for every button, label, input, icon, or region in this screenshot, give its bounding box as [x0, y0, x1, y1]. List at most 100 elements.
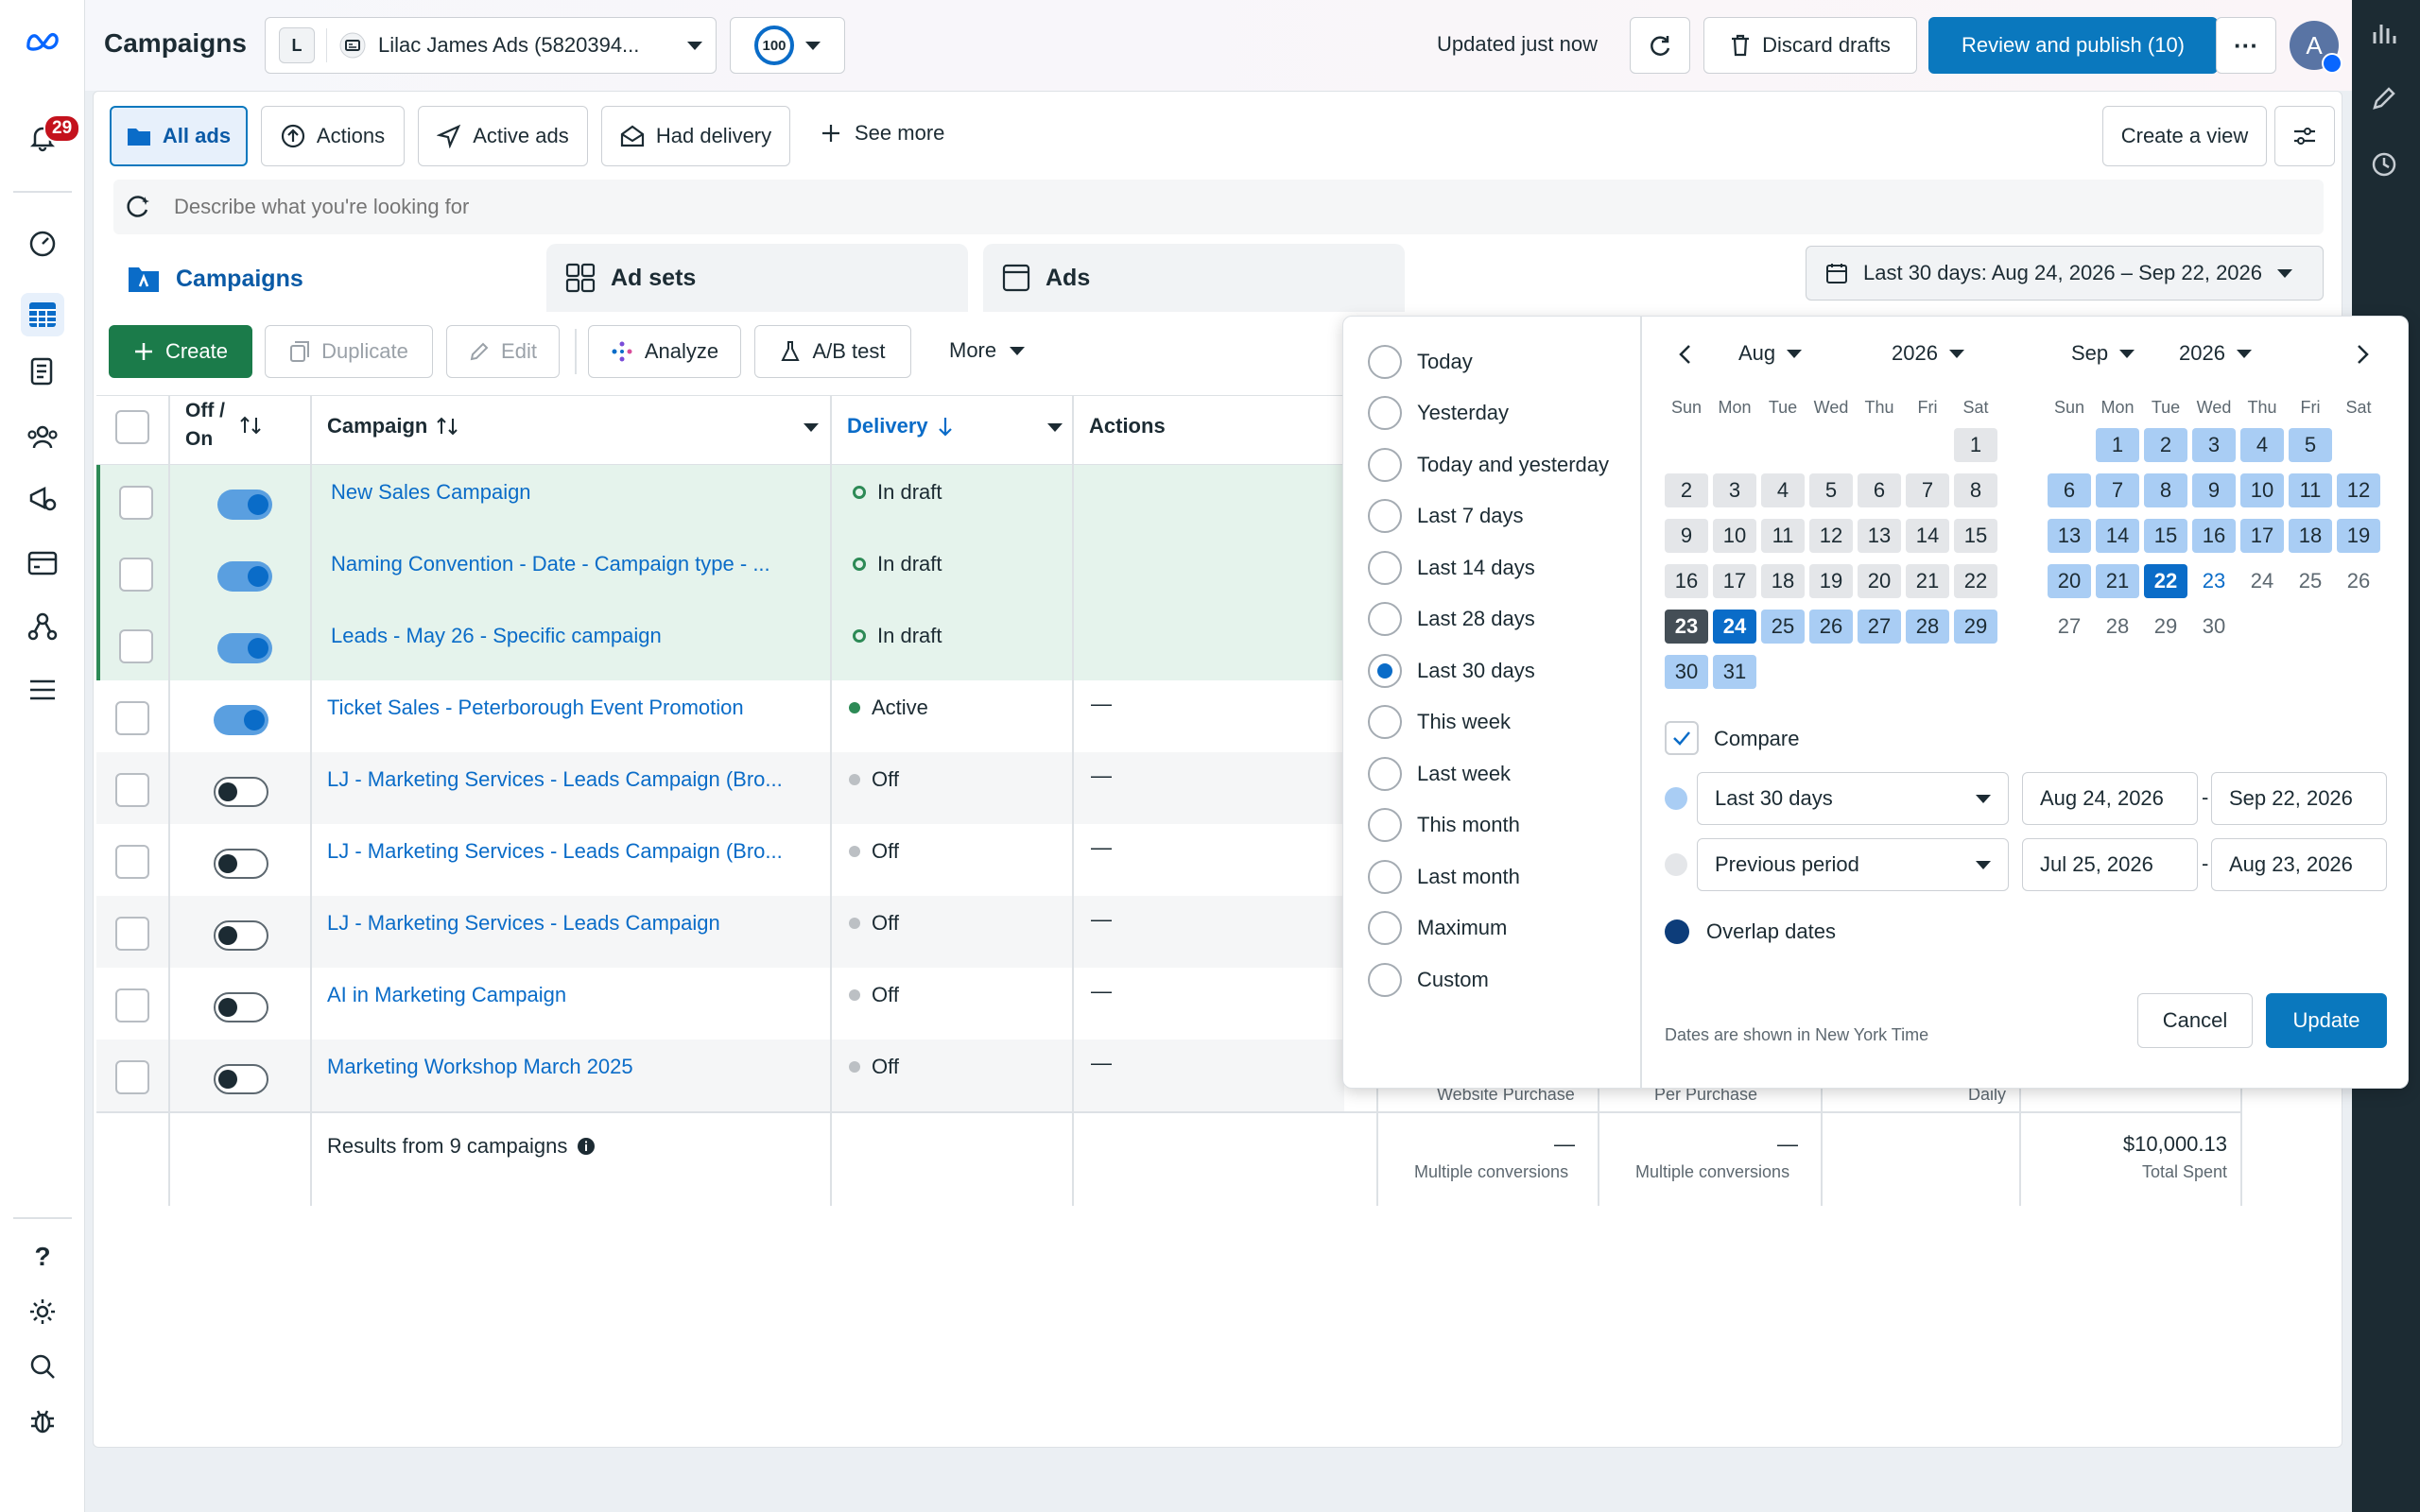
preset-last-28-days[interactable]: Last 28 days: [1368, 602, 1535, 636]
discard-drafts-button[interactable]: Discard drafts: [1703, 17, 1917, 74]
calendar-day-range-start[interactable]: 24: [1713, 610, 1756, 644]
radio-button[interactable]: [1368, 860, 1402, 894]
radio-button[interactable]: [1368, 911, 1402, 945]
calendar-day[interactable]: 21: [1906, 564, 1949, 598]
table-row[interactable]: LJ - Marketing Services - Leads Campaign…: [96, 752, 1344, 824]
calendar-day[interactable]: 8: [1954, 473, 1997, 507]
calendar-day[interactable]: 25: [1761, 610, 1805, 644]
preset-maximum[interactable]: Maximum: [1368, 911, 1507, 945]
billing-card-icon[interactable]: [26, 546, 60, 580]
preset-yesterday[interactable]: Yesterday: [1368, 396, 1509, 430]
overlap-toggle-dot[interactable]: [1665, 919, 1689, 944]
row-toggle[interactable]: [214, 1064, 268, 1094]
campaign-settings-icon[interactable]: [26, 482, 60, 516]
search-bar[interactable]: [113, 180, 2324, 234]
calendar-day[interactable]: 30: [2192, 610, 2236, 644]
calendar-day[interactable]: 19: [1809, 564, 1853, 598]
row-toggle[interactable]: [214, 992, 268, 1022]
compare-preset-select[interactable]: Previous period: [1697, 838, 2009, 891]
table-row[interactable]: LJ - Marketing Services - Leads Campaign…: [96, 824, 1344, 896]
row-checkbox[interactable]: [115, 988, 149, 1022]
calendar-day[interactable]: 10: [1713, 519, 1756, 553]
update-button[interactable]: Update: [2266, 993, 2387, 1048]
campaign-name[interactable]: Ticket Sales - Peterborough Event Promot…: [327, 696, 819, 720]
search-input[interactable]: [174, 195, 1876, 219]
preset-custom[interactable]: Custom: [1368, 963, 1489, 997]
table-row[interactable]: Naming Convention - Date - Campaign type…: [96, 537, 1344, 609]
row-checkbox[interactable]: [115, 845, 149, 879]
radio-button[interactable]: [1368, 499, 1402, 533]
row-checkbox[interactable]: [115, 701, 149, 735]
ads-manager-table-icon[interactable]: [21, 293, 64, 336]
calendar-day[interactable]: 15: [2144, 519, 2187, 553]
calendar-day[interactable]: 24: [2240, 564, 2284, 598]
campaign-name[interactable]: LJ - Marketing Services - Leads Campaign…: [327, 767, 819, 792]
more-dropdown[interactable]: More: [949, 338, 1026, 363]
calendar-day[interactable]: 1: [1954, 428, 1997, 462]
campaign-name[interactable]: Naming Convention - Date - Campaign type…: [331, 552, 822, 576]
tab-ads[interactable]: Ads: [983, 244, 1405, 312]
calendar-day[interactable]: 21: [2096, 564, 2139, 598]
calendar-day[interactable]: 7: [2096, 473, 2139, 507]
overview-gauge-icon[interactable]: [26, 227, 60, 261]
search-icon[interactable]: [26, 1349, 60, 1383]
row-toggle[interactable]: [214, 777, 268, 807]
calendar-day[interactable]: 8: [2144, 473, 2187, 507]
ab-test-button[interactable]: A/B test: [754, 325, 911, 378]
pages-icon[interactable]: [26, 355, 60, 389]
preset-last-7-days[interactable]: Last 7 days: [1368, 499, 1524, 533]
chevron-down-icon[interactable]: [804, 423, 819, 432]
radio-button[interactable]: [1368, 345, 1402, 379]
table-row[interactable]: Leads - May 26 - Specific campaign In dra…: [96, 609, 1344, 680]
calendar-day[interactable]: 2: [2144, 428, 2187, 462]
filter-active-ads[interactable]: Active ads: [418, 106, 588, 166]
review-and-publish-button[interactable]: Review and publish (10): [1928, 17, 2218, 74]
calendar-day[interactable]: 2: [1665, 473, 1708, 507]
business-network-icon[interactable]: [26, 610, 60, 644]
calendar-day[interactable]: 17: [1713, 564, 1756, 598]
calendar-day[interactable]: 16: [2192, 519, 2236, 553]
compare-end-input[interactable]: Aug 23, 2026: [2211, 838, 2387, 891]
campaign-name[interactable]: Marketing Workshop March 2025: [327, 1055, 819, 1079]
calendar-day[interactable]: 18: [1761, 564, 1805, 598]
radio-button-selected[interactable]: [1368, 654, 1402, 688]
preset-last-month[interactable]: Last month: [1368, 860, 1520, 894]
calendar-day[interactable]: 11: [1761, 519, 1805, 553]
calendar-day[interactable]: 18: [2289, 519, 2332, 553]
campaign-name[interactable]: LJ - Marketing Services - Leads Campaign…: [327, 839, 819, 864]
campaign-name[interactable]: Leads - May 26 - Specific campaign: [331, 624, 822, 648]
table-row[interactable]: Ticket Sales - Peterborough Event Promot…: [96, 680, 1344, 752]
table-row[interactable]: LJ - Marketing Services - Leads Campaign…: [96, 896, 1344, 968]
sort-arrows-icon[interactable]: [238, 414, 263, 437]
calendar-day-range-end[interactable]: 22: [2144, 564, 2187, 598]
edit-button[interactable]: Edit: [446, 325, 560, 378]
radio-button[interactable]: [1368, 963, 1402, 997]
radio-button[interactable]: [1368, 396, 1402, 430]
edit-pencil-icon[interactable]: [2371, 85, 2397, 112]
filter-had-delivery[interactable]: Had delivery: [601, 106, 790, 166]
calendar-day[interactable]: 4: [2240, 428, 2284, 462]
preset-today-and-yesterday[interactable]: Today and yesterday: [1368, 448, 1609, 482]
table-row[interactable]: New Sales Campaign In draft: [96, 465, 1344, 537]
preset-last-14-days[interactable]: Last 14 days: [1368, 551, 1535, 585]
calendar-day[interactable]: 20: [1858, 564, 1901, 598]
filter-settings-button[interactable]: [2274, 106, 2335, 166]
chevron-down-icon[interactable]: [1047, 423, 1063, 432]
bug-report-icon[interactable]: [26, 1404, 60, 1438]
date-range-button[interactable]: Last 30 days: Aug 24, 2026 – Sep 22, 202…: [1806, 246, 2324, 301]
compare-start-input[interactable]: Jul 25, 2026: [2022, 838, 2198, 891]
calendar-day[interactable]: 13: [1858, 519, 1901, 553]
info-icon[interactable]: [577, 1137, 596, 1156]
row-checkbox[interactable]: [115, 773, 149, 807]
radio-button[interactable]: [1368, 448, 1402, 482]
select-all-checkbox[interactable]: [115, 410, 149, 444]
preset-last-week[interactable]: Last week: [1368, 757, 1511, 791]
create-view-button[interactable]: Create a view: [2102, 106, 2267, 166]
row-checkbox[interactable]: [119, 486, 153, 520]
row-checkbox[interactable]: [115, 1060, 149, 1094]
campaign-name[interactable]: LJ - Marketing Services - Leads Campaign: [327, 911, 819, 936]
preset-last-30-days[interactable]: Last 30 days: [1368, 654, 1535, 688]
calendar-day-today[interactable]: 23: [2192, 564, 2236, 598]
row-checkbox[interactable]: [119, 629, 153, 663]
create-button[interactable]: Create: [109, 325, 252, 378]
